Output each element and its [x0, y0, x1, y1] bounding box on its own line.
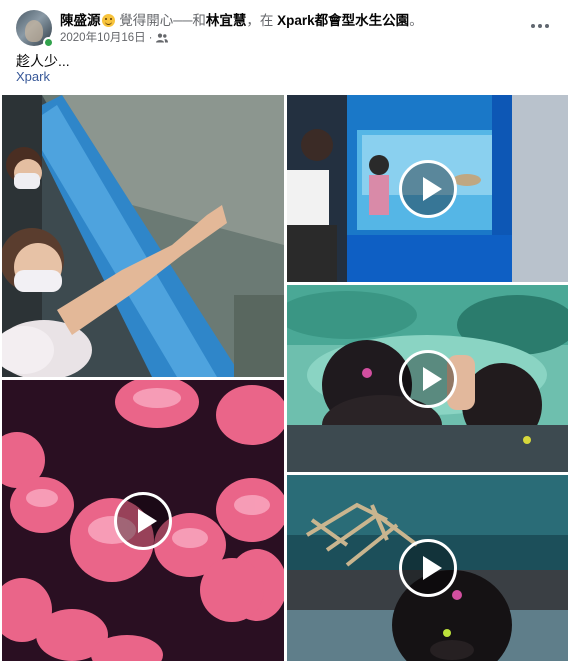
- post-caption: 趁人少...: [16, 53, 70, 69]
- more-options-button[interactable]: [528, 16, 552, 36]
- location-link[interactable]: Xpark都會型水生公園: [277, 13, 409, 28]
- media-tile-5[interactable]: [287, 475, 568, 661]
- post-date[interactable]: 2020年10月16日: [60, 31, 146, 45]
- meta-separator: ·: [148, 32, 153, 44]
- checkin-link[interactable]: Xpark: [16, 69, 50, 85]
- play-button-icon[interactable]: [114, 491, 172, 550]
- friends-icon[interactable]: [155, 33, 168, 43]
- play-button-icon[interactable]: [398, 159, 457, 218]
- post-title-line: 陳盛源 覺得開心──和林宜慧，在 Xpark都會型水生公園。: [60, 12, 500, 29]
- play-button-icon[interactable]: [398, 539, 457, 597]
- post-meta: 2020年10月16日 ·: [60, 31, 168, 45]
- tagged-user[interactable]: 林宜慧: [206, 13, 247, 28]
- title-end: 。: [409, 13, 423, 28]
- author-name[interactable]: 陳盛源: [60, 13, 101, 28]
- media-tile-1[interactable]: [2, 95, 284, 377]
- media-grid: [0, 95, 568, 661]
- smile-emoji-icon: [101, 14, 115, 27]
- media-tile-2[interactable]: [287, 95, 568, 282]
- more-dot-icon: [545, 24, 549, 28]
- feeling-text: 覺得開心──和: [115, 13, 206, 28]
- media-tile-4[interactable]: [2, 380, 284, 661]
- more-dot-icon: [531, 24, 535, 28]
- online-status-dot: [43, 37, 54, 48]
- play-button-icon[interactable]: [398, 349, 457, 408]
- video-thumbnail: [2, 95, 284, 377]
- more-dot-icon: [538, 24, 542, 28]
- at-text: ，在: [246, 13, 278, 28]
- media-tile-3[interactable]: [287, 285, 568, 472]
- post-header: 陳盛源 覺得開心──和林宜慧，在 Xpark都會型水生公園。 2020年10月1…: [16, 10, 552, 48]
- feed-post: 陳盛源 覺得開心──和林宜慧，在 Xpark都會型水生公園。 2020年10月1…: [0, 0, 568, 661]
